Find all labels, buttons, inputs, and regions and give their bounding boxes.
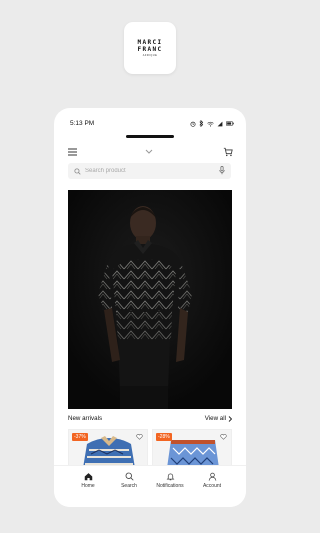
bluetooth-icon (199, 120, 204, 127)
nav-home[interactable]: Home (68, 472, 108, 489)
search-icon (125, 472, 134, 481)
section-title: New arrivals (68, 415, 103, 422)
home-icon (84, 473, 92, 481)
discount-badge: -28% (156, 433, 172, 441)
signal-icon (217, 121, 223, 126)
status-bar: 5:13 PM (54, 120, 246, 130)
heart-icon[interactable] (136, 434, 143, 440)
nav-search-label: Search (121, 483, 137, 489)
model-figure-image (68, 190, 232, 409)
user-icon (208, 472, 216, 481)
microphone-icon[interactable] (219, 166, 225, 175)
heart-icon[interactable] (220, 434, 227, 440)
logo-subtext: AFRIQUE (142, 54, 158, 57)
app-logo-tile: MARCI FRANC AFRIQUE (124, 22, 176, 74)
nav-search[interactable]: Search (109, 472, 149, 489)
cart-icon[interactable] (223, 147, 233, 157)
discount-badge: -37% (72, 433, 88, 441)
search-input[interactable] (85, 168, 215, 174)
status-time: 5:13 PM (70, 120, 95, 127)
nav-home-label: Home (81, 483, 95, 489)
device-notch (126, 135, 174, 138)
bell-icon (166, 473, 174, 481)
phone-frame: 5:13 PM Search product New arrivals View… (54, 108, 246, 507)
new-arrivals-header: New arrivals View all (68, 415, 232, 425)
product-card[interactable]: -28% (152, 429, 232, 467)
bottom-navigation: Home Search Notifications Account (54, 465, 246, 507)
nav-notifications-label: Notifications (156, 483, 184, 489)
status-icons (190, 120, 234, 127)
search-bar[interactable] (68, 163, 231, 179)
search-icon (74, 167, 81, 175)
logo-text-line1: MARCI (137, 39, 163, 46)
view-all-link[interactable]: View all (205, 415, 232, 422)
product-carousel: -37% -28% (68, 429, 232, 467)
nav-account-label: Account (202, 483, 222, 489)
logo-text-line2: FRANC (137, 46, 163, 53)
nav-notifications[interactable]: Notifications (150, 472, 190, 489)
menu-icon[interactable] (68, 148, 77, 156)
wifi-icon (207, 121, 214, 127)
brand-mark-icon (145, 149, 153, 154)
nav-account[interactable]: Account (192, 472, 232, 489)
chevron-right-icon (228, 415, 232, 422)
view-all-label: View all (204, 415, 226, 422)
hero-banner-image[interactable] (68, 190, 232, 409)
top-app-bar (54, 146, 246, 160)
battery-icon (226, 121, 234, 126)
alarm-icon (190, 121, 196, 127)
product-card[interactable]: -37% (68, 429, 148, 467)
